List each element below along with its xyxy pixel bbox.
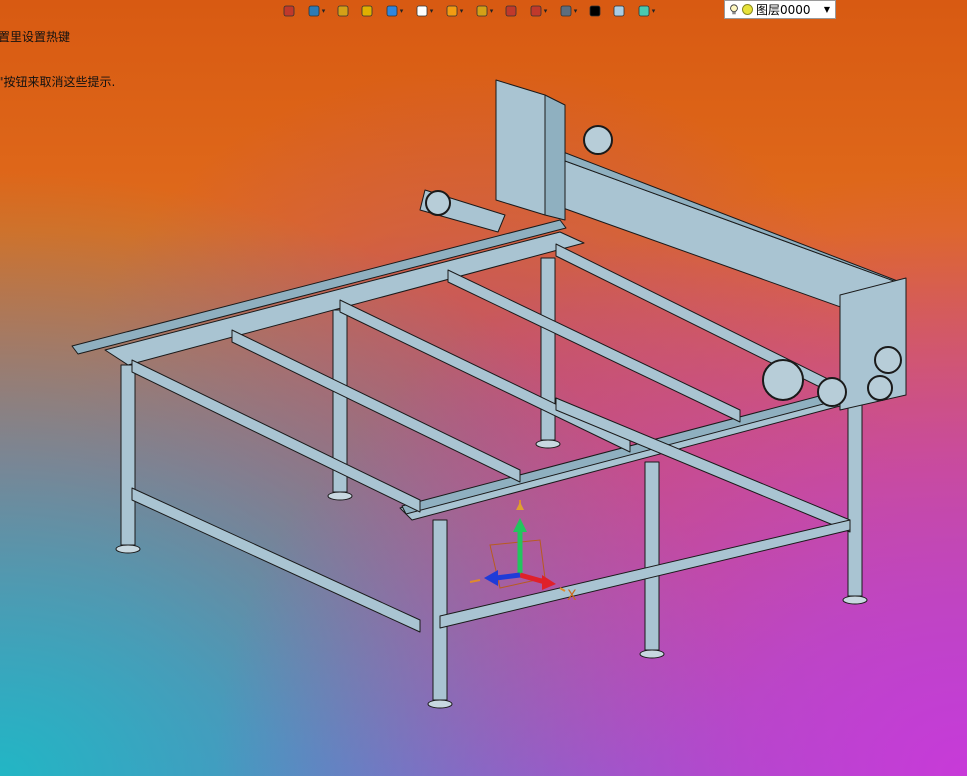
tool-head-column [495, 79, 546, 216]
gearbox-wheel-2 [867, 375, 893, 401]
torch-wheel [425, 190, 451, 216]
axis-triad: X [469, 500, 577, 604]
z-axis-arrow-icon [513, 518, 527, 532]
cross-beam-2 [231, 329, 521, 483]
drive-gear-2 [817, 377, 847, 407]
cross-beam-4 [447, 269, 741, 423]
y-axis-arrow-icon [484, 570, 498, 586]
left-rack-rail [71, 219, 567, 355]
y-axis [495, 572, 521, 581]
top-gear [583, 125, 613, 155]
cross-beam-3 [339, 299, 631, 453]
cross-beam-1 [131, 359, 421, 513]
x-axis-label: X [567, 588, 577, 604]
drive-gear-1 [762, 359, 804, 401]
x-axis-arrow-icon [542, 575, 556, 590]
cad-viewport[interactable]: X [0, 0, 967, 776]
lower-stretcher-left [131, 487, 421, 633]
x-axis [519, 572, 546, 585]
gearbox-wheel [874, 346, 902, 374]
gantry-frame-model [71, 79, 907, 709]
tool-head-side [544, 94, 566, 221]
